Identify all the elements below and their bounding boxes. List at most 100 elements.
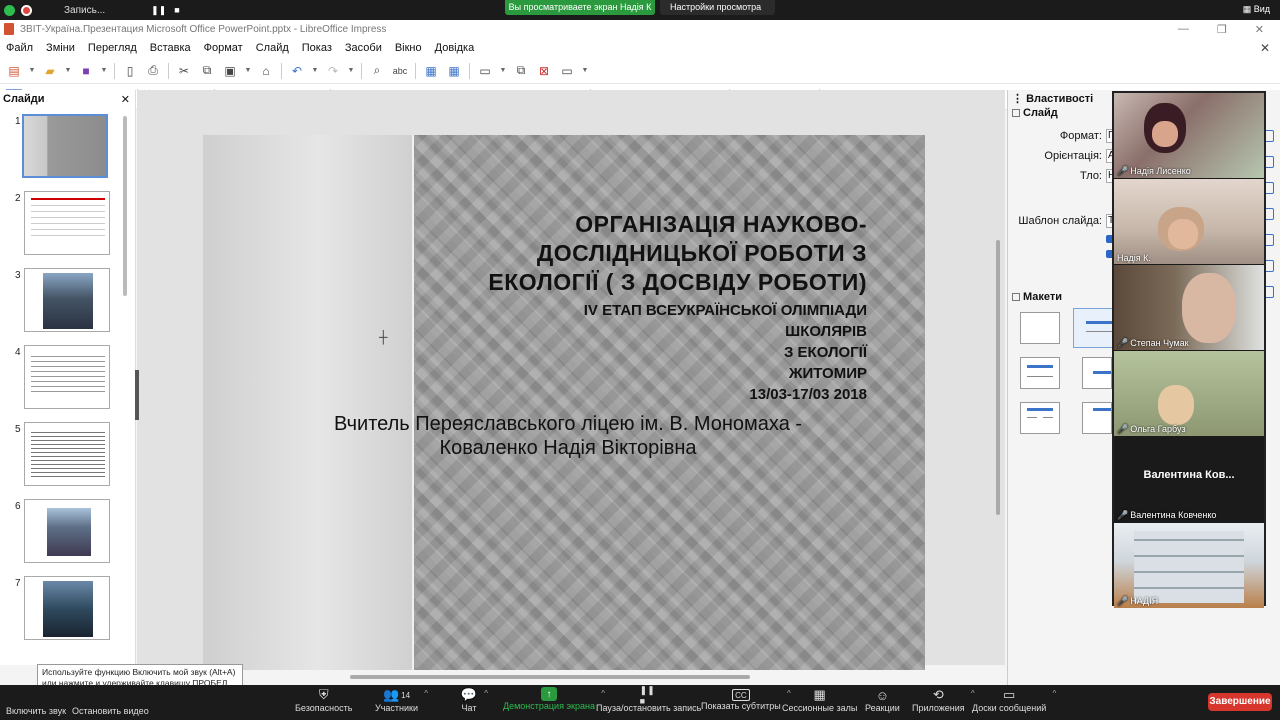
collapse-icon[interactable] xyxy=(1012,293,1020,302)
stop-recording-icon[interactable]: ■ xyxy=(174,5,179,16)
chevron-up-icon[interactable]: ^ xyxy=(1053,689,1057,698)
minimize-icon[interactable]: — xyxy=(1178,23,1189,36)
layout-blank[interactable] xyxy=(1020,312,1060,344)
grid-icon[interactable]: ▦ xyxy=(423,63,439,79)
delete-slide-icon[interactable]: ⊠ xyxy=(536,63,552,79)
paste-icon[interactable]: ▣ xyxy=(222,63,238,79)
slide-thumbnail-image[interactable] xyxy=(24,576,110,640)
slide-author[interactable]: Вчитель Переяславського ліцею ім. В. Мон… xyxy=(298,412,838,460)
chevron-down-icon[interactable]: ▼ xyxy=(65,63,72,79)
chevron-down-icon[interactable]: ▼ xyxy=(348,63,355,79)
slide-section[interactable]: Слайд xyxy=(1012,107,1058,119)
undo-icon[interactable]: ↶ xyxy=(289,63,305,79)
display-views-icon[interactable]: ▭ xyxy=(477,63,493,79)
participants-button[interactable]: 👥 14 Участники ^ xyxy=(375,687,428,713)
slide-thumbnail-1[interactable]: 1 xyxy=(0,112,120,189)
menu-view[interactable]: Перегляд xyxy=(88,42,137,54)
share-screen-button[interactable]: ↑ Демонстрация экрана ^ xyxy=(503,687,605,711)
menu-slideshow[interactable]: Показ xyxy=(302,42,332,54)
menu-slide[interactable]: Слайд xyxy=(256,42,289,54)
end-meeting-button[interactable]: Завершение xyxy=(1208,693,1272,711)
slide-thumbnail-image[interactable] xyxy=(24,191,110,255)
new-slide-icon[interactable]: ⧉ xyxy=(513,63,529,79)
clone-formatting-icon[interactable]: ⌂ xyxy=(258,63,274,79)
close-icon[interactable]: ✕ xyxy=(121,93,130,106)
menu-file[interactable]: Файл xyxy=(6,42,33,54)
layout-two-content[interactable] xyxy=(1020,402,1060,434)
new-icon[interactable]: ▤ xyxy=(6,63,22,79)
apps-button[interactable]: ⟲ Приложения ^ xyxy=(912,687,975,713)
find-replace-icon[interactable]: ⌕ xyxy=(369,63,385,79)
pause-recording-icon[interactable]: ❚❚ xyxy=(151,5,166,16)
menu-tools[interactable]: Засоби xyxy=(345,42,382,54)
slide-thumbnail-2[interactable]: 2 xyxy=(0,189,120,266)
participant-video[interactable]: 🎤 Ольга Гарбуз xyxy=(1114,351,1264,436)
collapse-icon[interactable] xyxy=(1012,109,1020,118)
participant-video[interactable]: 🎤 Надія Лисенко xyxy=(1114,93,1264,178)
slide-title[interactable]: ОРГАНІЗАЦІЯ НАУКОВО- ДОСЛІДНИЦЬКОЇ РОБОТ… xyxy=(447,210,867,297)
current-slide[interactable]: ОРГАНІЗАЦІЯ НАУКОВО- ДОСЛІДНИЦЬКОЇ РОБОТ… xyxy=(203,135,925,670)
slide-thumbnail-image[interactable] xyxy=(22,114,108,178)
slide-subtitle[interactable]: IV ЕТАП ВСЕУКРАЇНСЬКОЇ ОЛІМПІАДИ ШКОЛЯРІ… xyxy=(467,300,867,405)
whiteboards-button[interactable]: ▭ Доски сообщений ^ xyxy=(972,687,1056,713)
layout-title-content[interactable] xyxy=(1073,308,1117,348)
slide-thumbnail-image[interactable] xyxy=(24,499,110,563)
copy-icon[interactable]: ⧉ xyxy=(199,63,215,79)
chevron-up-icon[interactable]: ^ xyxy=(484,689,488,698)
security-button[interactable]: ⛨ Безопасность xyxy=(295,687,352,713)
participant-video[interactable]: Надія К. xyxy=(1114,179,1264,264)
close-document-icon[interactable]: ✕ xyxy=(1260,41,1270,55)
menu-insert[interactable]: Вставка xyxy=(150,42,191,54)
chevron-down-icon[interactable]: ▼ xyxy=(500,63,507,79)
horizontal-scrollbar[interactable] xyxy=(350,675,750,679)
spelling-icon[interactable]: abc xyxy=(392,63,408,79)
chat-button[interactable]: 💬 Чат ^ xyxy=(460,687,488,713)
view-button[interactable]: ▦ Вид xyxy=(1243,4,1270,15)
reactions-button[interactable]: ☺ Реакции xyxy=(865,687,900,714)
captions-button[interactable]: CC Показать субтитры ^ xyxy=(701,687,791,711)
restore-icon[interactable]: ❐ xyxy=(1217,23,1227,36)
chevron-down-icon[interactable]: ▼ xyxy=(245,63,252,79)
redo-icon[interactable]: ↷ xyxy=(325,63,341,79)
chevron-up-icon[interactable]: ^ xyxy=(424,689,428,698)
layout-title-only[interactable] xyxy=(1020,357,1060,389)
chevron-down-icon[interactable]: ▼ xyxy=(29,63,36,79)
chevron-down-icon[interactable]: ▼ xyxy=(582,63,589,79)
menu-help[interactable]: Довідка xyxy=(435,42,475,54)
layout-centered[interactable] xyxy=(1082,357,1112,389)
menu-format[interactable]: Формат xyxy=(204,42,243,54)
close-icon[interactable]: ✕ xyxy=(1255,23,1264,36)
print-icon[interactable]: ⎙ xyxy=(145,63,161,79)
menu-edit[interactable]: Зміни xyxy=(46,42,75,54)
slide-pane-scrollbar[interactable] xyxy=(123,116,127,296)
pause-stop-recording-button[interactable]: ❚❚ ■ Пауза/остановить запись xyxy=(596,685,701,714)
helplines-icon[interactable]: ▦ xyxy=(446,63,462,79)
participant-video[interactable]: 🎤 НАДІЯ xyxy=(1114,523,1264,608)
slide-thumbnail-image[interactable] xyxy=(24,345,110,409)
pane-collapse-handle[interactable] xyxy=(135,370,139,420)
slide-thumbnail-image[interactable] xyxy=(24,422,110,486)
export-pdf-icon[interactable]: ▯ xyxy=(122,63,138,79)
slide-layout-icon[interactable]: ▭ xyxy=(559,63,575,79)
layout-title-text[interactable] xyxy=(1082,402,1112,434)
stop-video-button[interactable]: Остановить видео xyxy=(72,690,149,716)
cut-icon[interactable]: ✂ xyxy=(176,63,192,79)
view-options-button[interactable]: Настройки просмотра ⌄ xyxy=(660,0,775,27)
slide-thumbnail-6[interactable]: 6 xyxy=(0,497,120,574)
layouts-section[interactable]: Макети xyxy=(1012,291,1062,303)
slide-thumbnail-5[interactable]: 5 xyxy=(0,420,120,497)
slide-thumbnail-image[interactable] xyxy=(24,268,110,332)
menu-window[interactable]: Вікно xyxy=(395,42,422,54)
breakout-rooms-button[interactable]: ▦ Сессионные залы xyxy=(782,687,857,713)
slide-thumbnail-3[interactable]: 3 xyxy=(0,266,120,343)
unmute-button[interactable]: Включить звук xyxy=(6,690,66,716)
vertical-scrollbar[interactable] xyxy=(996,240,1000,515)
save-icon[interactable]: ■ xyxy=(78,63,94,79)
chevron-down-icon[interactable]: ▼ xyxy=(101,63,108,79)
slide-thumbnail-7[interactable]: 7 xyxy=(0,574,120,651)
participant-video[interactable]: Валентина Ков... 🎤 Валентина Ковченко xyxy=(1114,437,1264,522)
chevron-down-icon[interactable]: ▼ xyxy=(312,63,319,79)
participant-video[interactable]: 🎤 Степан Чумак xyxy=(1114,265,1264,350)
slide-thumbnail-4[interactable]: 4 xyxy=(0,343,120,420)
open-icon[interactable]: ▰ xyxy=(42,63,58,79)
